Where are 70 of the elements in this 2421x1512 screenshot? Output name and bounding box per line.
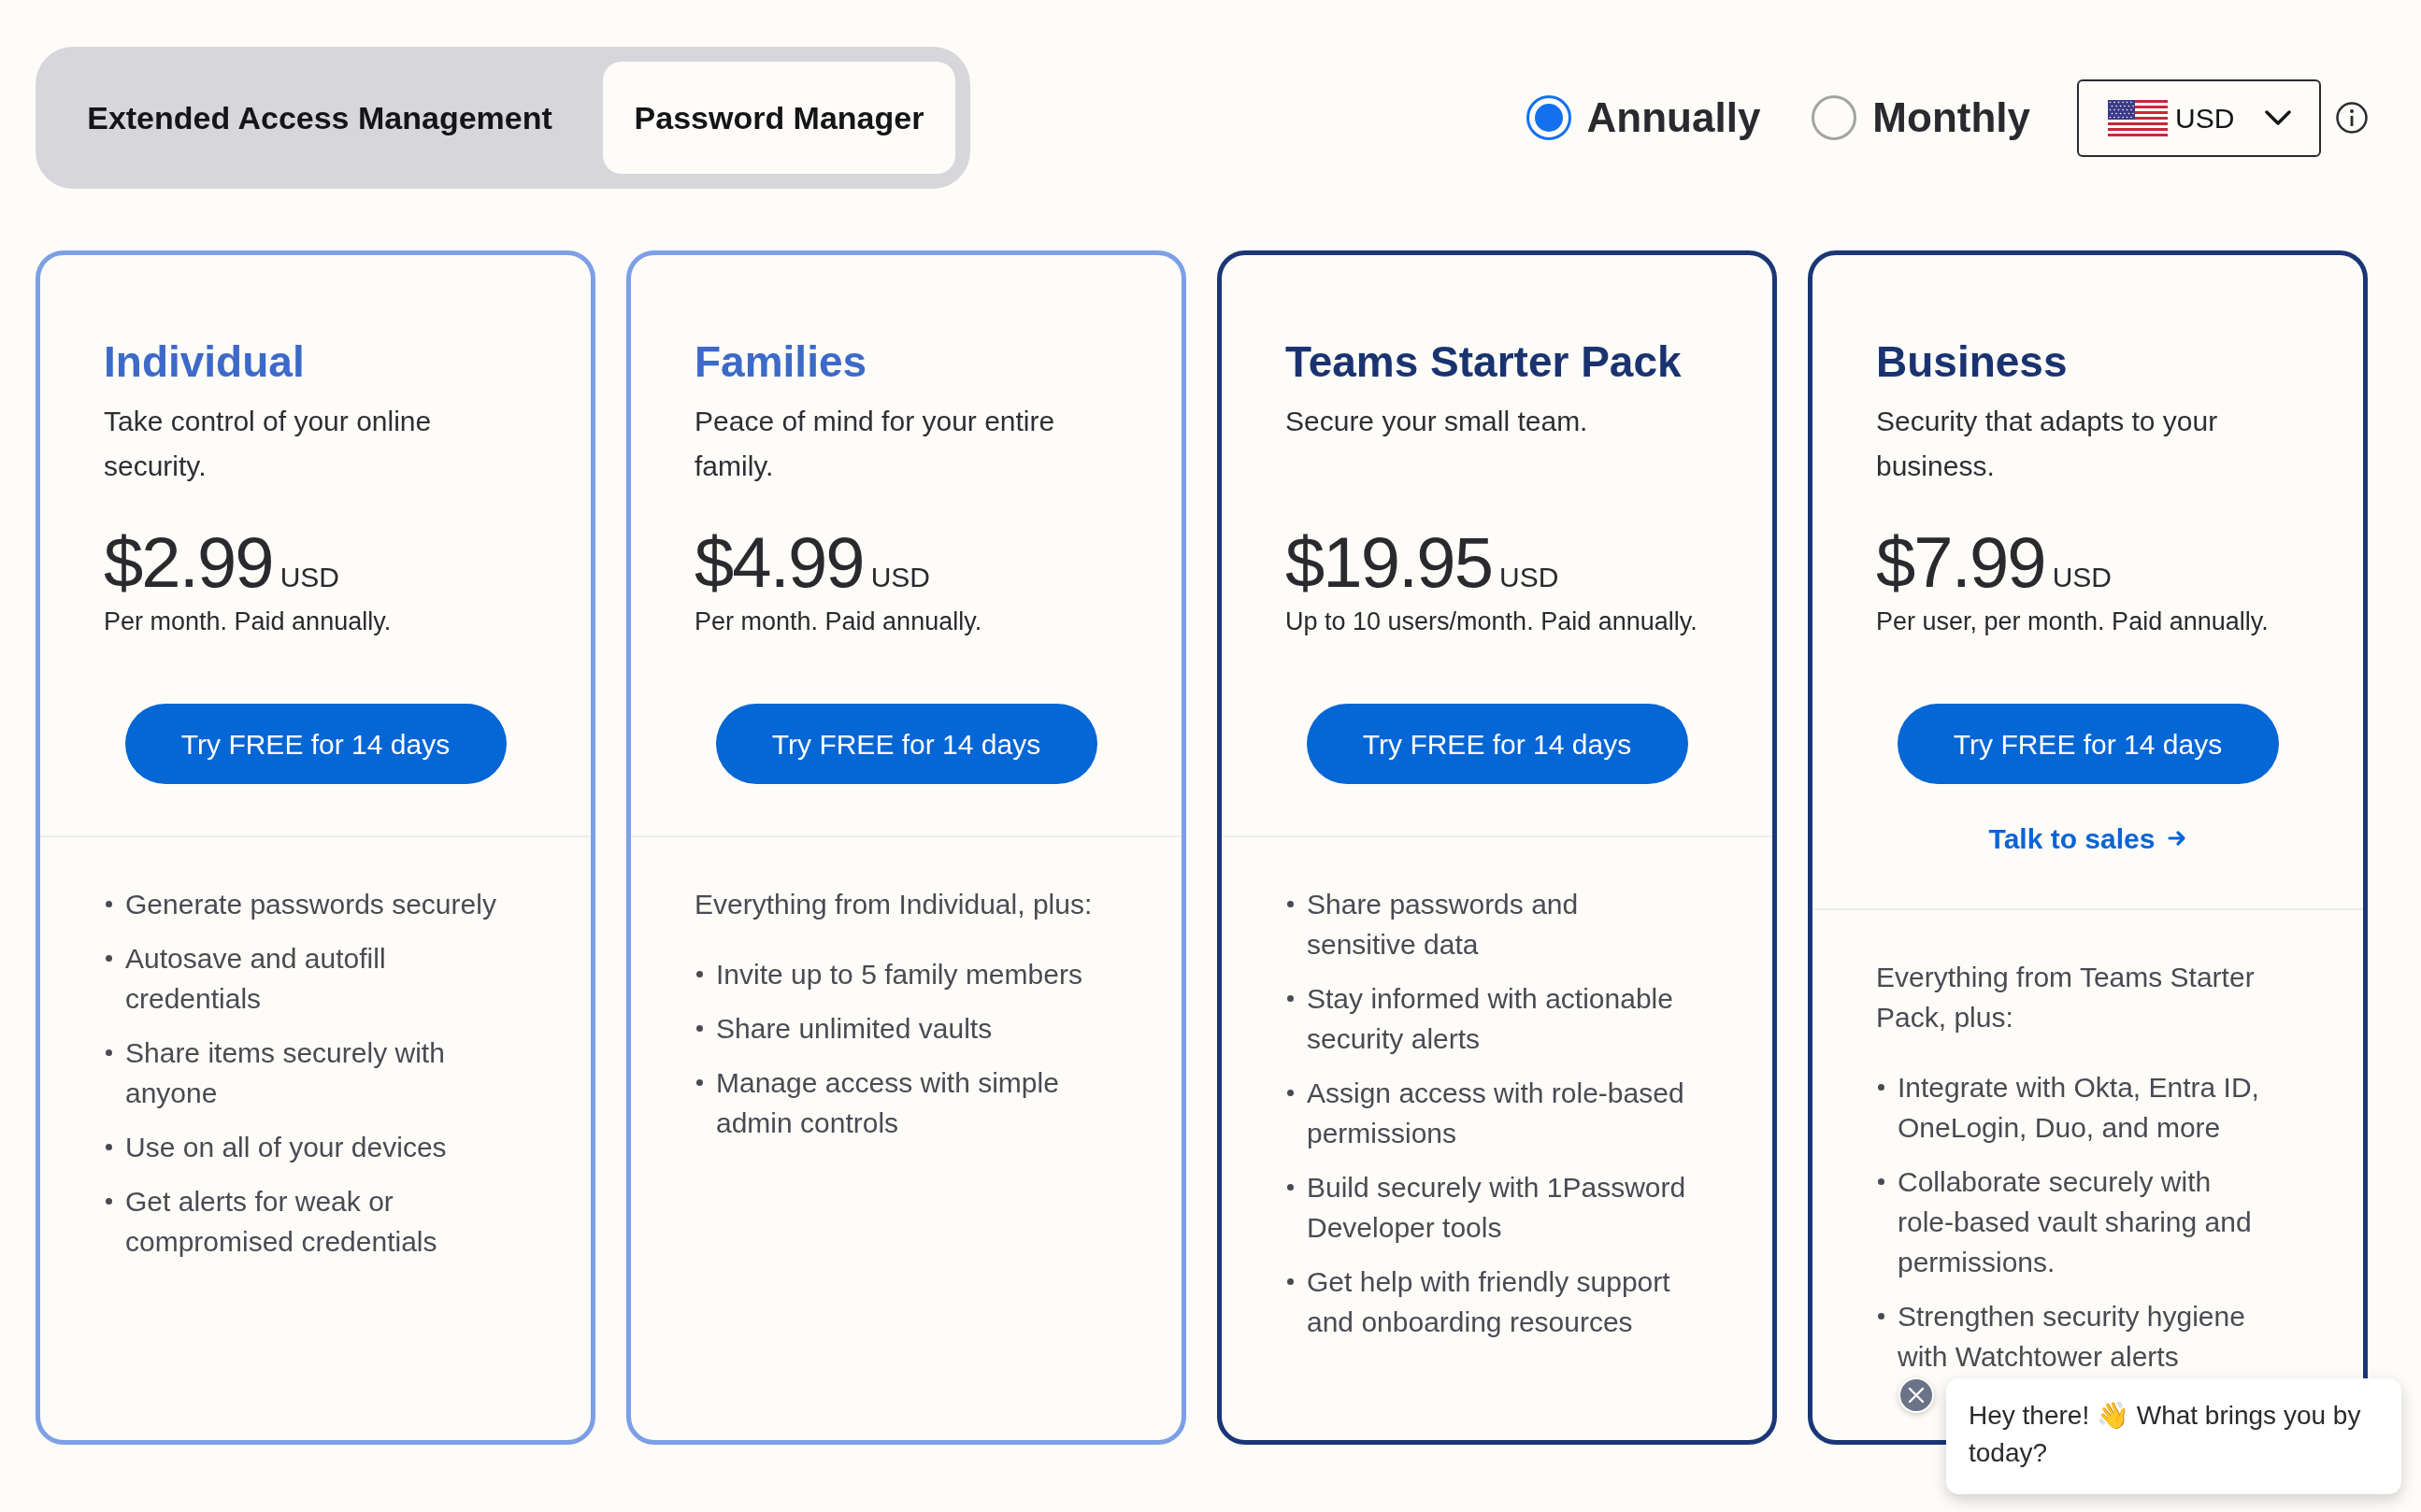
currency-dropdown[interactable]: USD — [2077, 78, 2321, 157]
plan-description: Security that adapts to your business. — [1876, 405, 2219, 483]
plan-price: $19.95 — [1285, 525, 1493, 600]
talk-to-sales-link[interactable]: Talk to sales — [1988, 820, 2187, 857]
feature-text: Stay informed with actionable security alerts — [1307, 982, 1674, 1056]
price-currency: USD — [870, 561, 931, 594]
chat-message: Hey there! 👋 What brings you by today? — [1969, 1400, 2362, 1469]
trial-button[interactable]: Try FREE for 14 days — [124, 704, 507, 784]
feature-text: Share items securely with anyone — [125, 1036, 446, 1110]
plan-price: $7.99 — [1876, 525, 2045, 600]
product-tab[interactable]: Password Manager — [603, 62, 955, 174]
billing-note: Per month. Paid annually. — [104, 606, 393, 637]
info-icon[interactable] — [2336, 102, 2368, 134]
billing-period-option[interactable]: Monthly — [1812, 87, 2030, 149]
plan-title: Individual — [104, 336, 306, 388]
plan-title: Business — [1876, 336, 2069, 388]
close-icon — [1908, 1387, 1925, 1404]
bullet-icon — [1878, 1313, 1884, 1319]
feature-text: Share unlimited vaults — [716, 1012, 993, 1046]
bullet-icon — [106, 901, 112, 907]
feature-text: Use on all of your devices — [125, 1131, 447, 1164]
feature-text: Strengthen security hygiene with Watchtower alerts — [1898, 1300, 2246, 1374]
trial-button[interactable]: Try FREE for 14 days — [1306, 704, 1688, 784]
bullet-icon — [1878, 1084, 1884, 1091]
bullet-icon — [106, 1049, 112, 1056]
bullet-icon — [1878, 1178, 1884, 1185]
arrow-right-icon — [2168, 829, 2187, 848]
features-intro: Everything from Teams Starter Pack, plus: — [1876, 961, 2256, 1034]
feature-text: Manage access with simple admin controls — [716, 1066, 1060, 1140]
flag-icon — [2108, 99, 2168, 136]
feature-text: Generate passwords securely — [125, 888, 496, 921]
bullet-icon — [1287, 1184, 1294, 1191]
bullet-icon — [696, 1079, 703, 1086]
billing-note: Per user, per month. Paid annually. — [1876, 606, 2270, 637]
billing-note: Per month. Paid annually. — [695, 606, 983, 637]
billing-note: Up to 10 users/month. Paid annually. — [1285, 606, 1698, 637]
bullet-icon — [696, 971, 703, 977]
bullet-icon — [106, 1198, 112, 1205]
chevron-down-icon — [2265, 110, 2291, 125]
price-currency: USD — [279, 561, 340, 594]
plan-price: $4.99 — [695, 525, 864, 600]
feature-text: Invite up to 5 family members — [716, 958, 1082, 991]
plan-price: $2.99 — [104, 525, 273, 600]
bullet-icon — [106, 1144, 112, 1150]
feature-text: Get alerts for weak or compromised credentials — [125, 1185, 438, 1259]
bullet-icon — [1287, 901, 1294, 907]
plan-description: Take control of your online security. — [104, 405, 433, 483]
feature-text: Autosave and autofill credentials — [125, 942, 387, 1016]
feature-text: Assign access with role-based permissions — [1307, 1077, 1685, 1150]
plan-title: Teams Starter Pack — [1285, 336, 1683, 388]
plan-description: Peace of mind for your entire family. — [695, 405, 1056, 483]
feature-text: Build securely with 1Password Developer tools — [1307, 1171, 1686, 1245]
plan-description: Secure your small team. — [1285, 405, 1589, 438]
billing-period-option[interactable]: Annually — [1526, 87, 1761, 149]
product-tab[interactable]: Extended Access Management — [50, 62, 589, 174]
bullet-icon — [1287, 1090, 1294, 1096]
bullet-icon — [696, 1025, 703, 1032]
features-intro: Everything from Individual, plus: — [695, 888, 1094, 921]
plan-title: Families — [695, 336, 868, 388]
price-currency: USD — [1499, 561, 1559, 594]
trial-button[interactable]: Try FREE for 14 days — [1897, 704, 2279, 784]
feature-text: Collaborate securely with role-based vault sharing and permissions. — [1898, 1165, 2253, 1279]
trial-button[interactable]: Try FREE for 14 days — [715, 704, 1097, 784]
price-currency: USD — [2052, 561, 2113, 594]
feature-text: Share passwords and sensitive data — [1307, 888, 1580, 962]
bullet-icon — [1287, 1278, 1294, 1285]
bullet-icon — [1287, 995, 1294, 1002]
bullet-icon — [106, 955, 112, 962]
feature-text: Get help with friendly support and onboarding resources — [1307, 1265, 1671, 1339]
feature-text: Integrate with Okta, Entra ID, OneLogin, Duo, and more — [1898, 1071, 2260, 1145]
